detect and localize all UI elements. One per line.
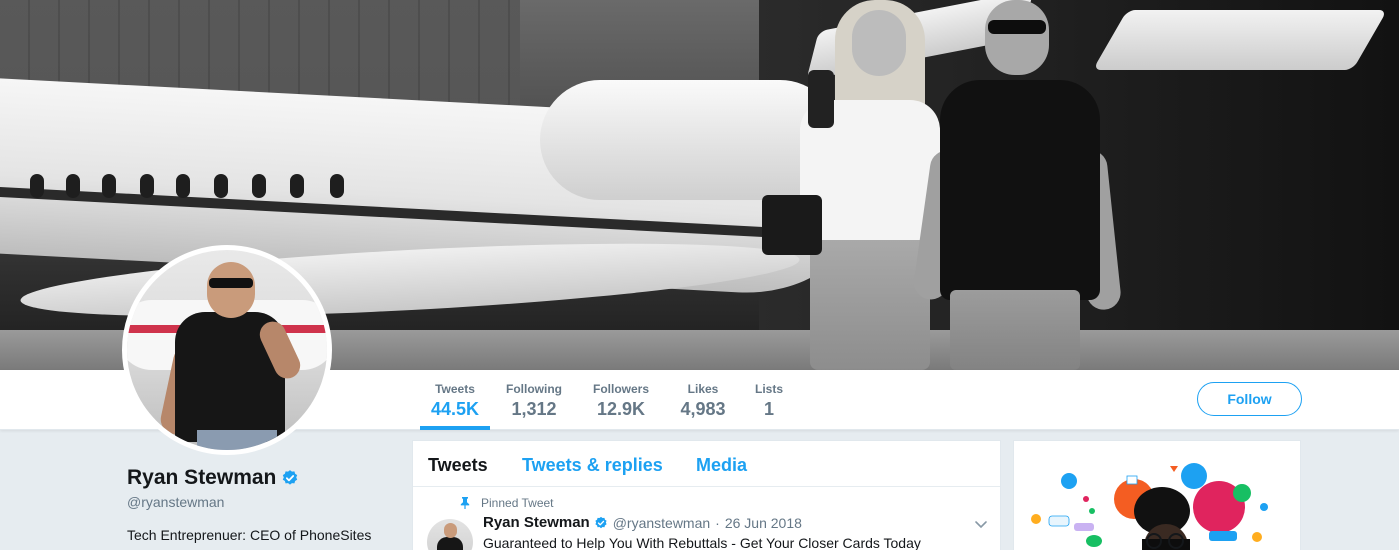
stat-tweets[interactable]: Tweets 44.5K bbox=[420, 370, 490, 430]
pinned-label: Pinned Tweet bbox=[481, 496, 554, 510]
stat-value: 12.9K bbox=[596, 399, 646, 419]
tweet-text: Guaranteed to Help You With Rebuttals - … bbox=[483, 535, 921, 550]
profile-handle[interactable]: @ryanstewman bbox=[127, 494, 224, 510]
tweet-separator: · bbox=[715, 514, 720, 531]
jet-window bbox=[176, 174, 190, 198]
profile-bio: Tech Entreprenuer: CEO of PhoneSites bbox=[127, 527, 372, 543]
stat-followers[interactable]: Followers 12.9K bbox=[587, 370, 655, 430]
profile-avatar[interactable] bbox=[122, 245, 332, 455]
jet-window bbox=[330, 174, 344, 198]
verified-badge-icon bbox=[595, 516, 607, 528]
jet-tail-fin-right bbox=[1092, 10, 1388, 70]
timeline-card: Tweets Tweets & replies Media Pinned Twe… bbox=[412, 440, 1001, 550]
verified-badge-icon bbox=[281, 469, 299, 487]
pin-icon bbox=[460, 497, 470, 509]
stat-label: Lists bbox=[754, 382, 783, 396]
tweet-avatar[interactable] bbox=[427, 519, 473, 550]
jet-window bbox=[214, 174, 228, 198]
tweet-author-handle[interactable]: @ryanstewman bbox=[613, 515, 710, 531]
jet-window bbox=[102, 174, 116, 198]
jet-window bbox=[290, 174, 304, 198]
stat-following[interactable]: Following 1,312 bbox=[500, 370, 568, 430]
stat-lists[interactable]: Lists 1 bbox=[750, 370, 788, 430]
tab-tweets[interactable]: Tweets bbox=[428, 455, 488, 476]
tweet-author-name[interactable]: Ryan Stewman bbox=[483, 514, 590, 531]
side-promo-card bbox=[1013, 440, 1301, 550]
stat-label: Likes bbox=[687, 382, 719, 396]
woman-figure bbox=[762, 0, 950, 370]
chevron-down-icon[interactable] bbox=[974, 517, 988, 531]
pinned-indicator: Pinned Tweet bbox=[459, 496, 554, 510]
tweet-date[interactable]: 26 Jun 2018 bbox=[725, 515, 802, 531]
tweet-header: Ryan Stewman @ryanstewman · 26 Jun 2018 bbox=[483, 514, 802, 531]
jet-window bbox=[30, 174, 44, 198]
profile-name-row: Ryan Stewman bbox=[127, 466, 299, 490]
stat-value: 4,983 bbox=[680, 399, 726, 419]
stat-value: 1 bbox=[763, 399, 774, 419]
jet-window bbox=[140, 174, 154, 198]
stat-label: Followers bbox=[592, 382, 649, 396]
stat-likes[interactable]: Likes 4,983 bbox=[674, 370, 732, 430]
tab-tweets-replies[interactable]: Tweets & replies bbox=[522, 455, 663, 476]
man-figure bbox=[911, 0, 1123, 370]
promo-illustration bbox=[1031, 463, 1268, 550]
jet-window bbox=[252, 174, 266, 198]
stat-label: Tweets bbox=[435, 382, 475, 396]
timeline-tabs: Tweets Tweets & replies Media bbox=[413, 441, 1000, 487]
stat-value: 1,312 bbox=[511, 399, 557, 419]
stat-value: 44.5K bbox=[430, 399, 480, 419]
stat-label: Following bbox=[506, 382, 562, 396]
tab-media[interactable]: Media bbox=[696, 455, 747, 476]
follow-button[interactable]: Follow bbox=[1197, 382, 1302, 416]
jet-window bbox=[66, 174, 80, 198]
profile-name[interactable]: Ryan Stewman bbox=[127, 466, 276, 490]
